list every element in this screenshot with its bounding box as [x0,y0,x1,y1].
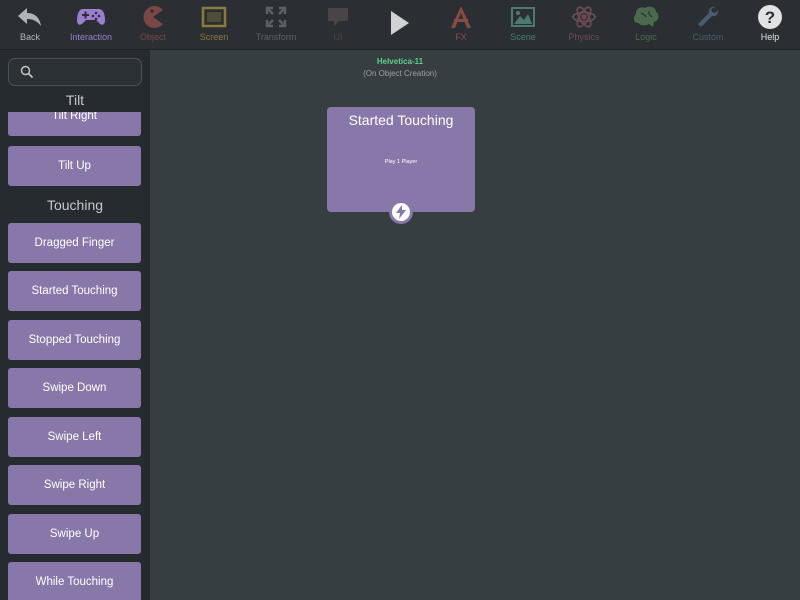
physics-tab[interactable]: Physics [554,0,614,49]
object-tab[interactable]: Object [123,0,183,49]
physics-label: Physics [568,32,600,42]
list-item-label: While Touching [35,576,114,588]
pacman-icon [138,4,168,30]
fx-label: FX [455,32,467,42]
behavior-card-title: Started Touching [348,112,454,128]
back-label: Back [19,32,40,42]
list-item-label: Tilt Up [58,160,91,172]
transform-label: Transform [255,32,297,42]
ui-label: UI [333,32,343,42]
list-item-swipe-right[interactable]: Swipe Right [8,465,141,505]
top-toolbar: Back Interaction Object Screen Transform… [0,0,800,50]
list-item-swipe-left[interactable]: Swipe Left [8,417,141,457]
expand-arrows-icon [261,4,291,30]
lightning-bolt-button[interactable] [389,200,413,224]
object-label: Object [139,32,166,42]
play-button[interactable] [369,0,429,49]
help-button[interactable]: ? Help [740,0,800,49]
list-item-label: Swipe Right [43,479,106,491]
scene-tab[interactable]: Scene [493,0,553,49]
screen-tab[interactable]: Screen [184,0,244,49]
atom-icon [569,4,599,30]
list-item-swipe-down[interactable]: Swipe Down [8,368,141,408]
behavior-card-action[interactable]: Play 1 Player [327,159,475,165]
ui-tab[interactable]: UI [308,0,368,49]
brain-icon [631,4,661,30]
screen-label: Screen [199,32,229,42]
back-arrow-icon [15,4,45,30]
logic-tab[interactable]: Logic [616,0,676,49]
speech-bubble-icon [323,4,353,30]
list-item-label: Swipe Up [49,528,100,540]
help-label: Help [760,32,780,42]
object-name[interactable]: Helvetica-11 [300,57,500,66]
scene-label: Scene [510,32,536,42]
fx-icon [446,4,476,30]
behavior-sidebar[interactable]: Tilt Right Tilt Tilt Up Touching Dragged… [0,50,150,600]
list-item-label: Swipe Left [47,431,102,443]
list-item-swipe-up[interactable]: Swipe Up [8,514,141,554]
landscape-icon [508,4,538,30]
search-field[interactable] [8,58,142,86]
section-header-tilt: Tilt [0,88,150,112]
section-header-touching: Touching [46,197,104,213]
search-icon [20,65,34,79]
interaction-tab[interactable]: Interaction [61,0,121,49]
list-item-started-touching[interactable]: Started Touching [8,271,141,311]
gamepad-icon [76,4,106,30]
lightning-bolt-icon [392,203,410,221]
transform-tab[interactable]: Transform [246,0,306,49]
list-item-dragged-finger[interactable]: Dragged Finger [8,223,141,263]
play-icon [384,10,414,36]
list-item-tilt-up[interactable]: Tilt Up [8,146,141,186]
behavior-card[interactable]: Started Touching Play 1 Player [327,107,475,212]
svg-text:?: ? [765,8,775,27]
back-button[interactable]: Back [0,0,60,49]
list-item-while-touching[interactable]: While Touching [8,562,141,600]
custom-label: Custom [692,32,724,42]
help-icon: ? [755,4,785,30]
custom-tab[interactable]: Custom [678,0,738,49]
list-item-label: Stopped Touching [28,334,121,346]
fx-tab[interactable]: FX [431,0,491,49]
wrench-icon [693,4,723,30]
list-item-stopped-touching[interactable]: Stopped Touching [8,320,141,360]
logic-label: Logic [635,32,657,42]
context-label: (On Object Creation) [363,69,437,78]
list-item-label: Swipe Down [42,382,107,394]
interaction-label: Interaction [69,32,113,42]
list-item-label: Started Touching [31,285,118,297]
list-item-label: Dragged Finger [34,237,115,249]
screen-icon [199,4,229,30]
